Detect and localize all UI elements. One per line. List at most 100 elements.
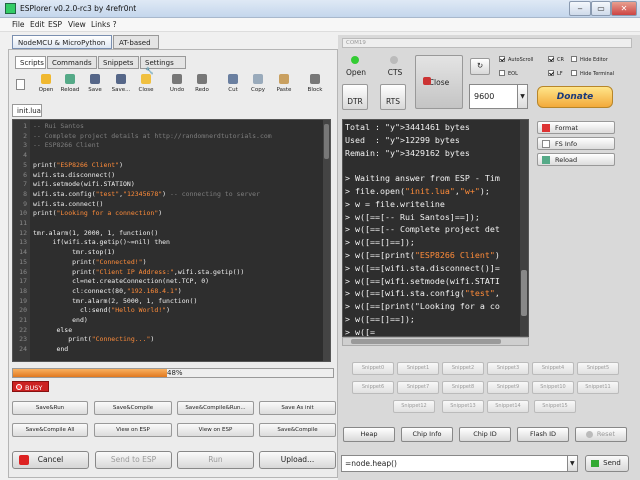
close-window-icon[interactable]: ✕ (611, 1, 637, 16)
hide-editor-checkbox[interactable] (571, 56, 577, 62)
menu-edit[interactable]: Edit (30, 20, 45, 29)
cut-button[interactable]: Cut (221, 74, 245, 96)
terminal-scrollbar[interactable] (520, 120, 528, 336)
tab-snippets[interactable]: Snippets (98, 56, 139, 69)
line-number: 11 (19, 219, 27, 227)
view-on-esp-button[interactable]: View on ESP (94, 423, 172, 437)
terminal-hscroll-thumb[interactable] (351, 339, 501, 344)
save-compile-button-2[interactable]: Save&Compile (259, 423, 336, 437)
dtr-button[interactable]: DTR (342, 84, 368, 110)
hide-terminal-checkbox[interactable] (571, 70, 577, 76)
block-button[interactable]: Block (303, 74, 327, 96)
run-button[interactable]: Run (177, 451, 254, 469)
snippet-button-8[interactable]: Snippet8 (442, 381, 484, 394)
undo-button[interactable]: Undo (165, 74, 189, 96)
terminal-scroll-thumb[interactable] (521, 270, 527, 316)
open-button[interactable]: Open (34, 74, 58, 96)
cancel-button[interactable]: Cancel (12, 451, 89, 469)
terminal-hscrollbar[interactable] (342, 337, 529, 346)
new-file-icon[interactable] (16, 79, 25, 90)
command-input[interactable]: =node.heap() (341, 455, 578, 472)
open-label[interactable]: Open (344, 68, 368, 77)
snippet-button-1[interactable]: Snippet1 (397, 362, 439, 375)
tab-nodemcu[interactable]: NodeMCU & MicroPython (12, 35, 112, 49)
terminal-line: > w([==[]==]); (345, 314, 415, 324)
save-as-button[interactable]: Save... (107, 74, 135, 96)
reset-button[interactable]: Reset (575, 427, 627, 442)
save-compile-button[interactable]: Save&Compile (94, 401, 172, 415)
upload-button[interactable]: Upload... (259, 451, 336, 469)
line-number: 2 (23, 131, 27, 140)
progress-fill (13, 369, 167, 377)
chip-id-button[interactable]: Chip ID (459, 427, 511, 442)
menu-links[interactable]: Links ? (91, 20, 117, 29)
port-select[interactable]: COM19 (342, 38, 632, 48)
menu-esp[interactable]: ESP (48, 20, 62, 29)
reload-fs-button[interactable]: Reload (537, 153, 615, 166)
snippet-button-12[interactable]: Snippet12 (393, 400, 435, 413)
save-button[interactable]: Save (83, 74, 107, 96)
snippet-button-5[interactable]: Snippet5 (577, 362, 619, 375)
refresh-ports-button[interactable]: ↻ (470, 58, 490, 75)
maximize-icon[interactable]: ▭ (591, 1, 611, 16)
editor-scrollbar[interactable] (323, 120, 330, 361)
redo-button[interactable]: Redo (190, 74, 214, 96)
send-button[interactable]: Send (585, 455, 629, 472)
file-tab-init-lua[interactable]: init.lua (12, 104, 42, 117)
autoscroll-checkbox[interactable] (499, 56, 505, 62)
tab-at-based[interactable]: AT-based (113, 35, 159, 49)
baud-dropdown-icon[interactable]: ▼ (517, 84, 528, 109)
fs-info-button[interactable]: FS Info (537, 137, 615, 150)
menu-view[interactable]: View (68, 20, 86, 29)
line-number: 6 (23, 170, 27, 179)
snippet-button-6[interactable]: Snippet6 (352, 381, 394, 394)
snippet-button-7[interactable]: Snippet7 (397, 381, 439, 394)
reload-button[interactable]: Reload (58, 74, 82, 96)
snippet-button-14[interactable]: Snippet14 (487, 400, 529, 413)
snippet-button-3[interactable]: Snippet3 (487, 362, 529, 375)
tab-scripts[interactable]: Scripts (15, 56, 46, 69)
snippet-button-0[interactable]: Snippet0 (352, 362, 394, 375)
snippet-button-4[interactable]: Snippet4 (532, 362, 574, 375)
flash-id-button[interactable]: Flash ID (517, 427, 569, 442)
close-file-label: Close (138, 87, 154, 93)
tab-settings[interactable]: Settings 🔧 (140, 56, 186, 75)
editor-scroll-thumb[interactable] (324, 124, 329, 159)
snippet-button-13[interactable]: Snippet13 (442, 400, 484, 413)
minimize-icon[interactable]: ‒ (569, 1, 591, 16)
chip-info-button[interactable]: Chip Info (401, 427, 453, 442)
lf-checkbox[interactable] (548, 70, 554, 76)
snippet-button-9[interactable]: Snippet9 (487, 381, 529, 394)
heap-button[interactable]: Heap (343, 427, 395, 442)
snippet-button-11[interactable]: Snippet11 (577, 381, 619, 394)
eol-label: EOL (508, 71, 518, 77)
code-editor[interactable]: 1 2 3 4 5 6 7 8 9 10 11 12 13 14 15 16 17 18 19 20 21 22 23 24 … (12, 119, 331, 362)
save-run-button[interactable]: Save&Run (12, 401, 88, 415)
paste-button[interactable]: Paste (272, 74, 296, 96)
copy-icon (253, 74, 263, 84)
terminal-output[interactable]: Total : "y">3441461 bytes Used : "y">1229… (342, 119, 529, 337)
save-compile-run-button[interactable]: Save&Compile&Run... (177, 401, 254, 415)
snippet-button-15[interactable]: Snippet15 (534, 400, 576, 413)
cr-checkbox[interactable] (548, 56, 554, 62)
send-to-esp-button[interactable]: Send to ESP (95, 451, 172, 469)
save-as-init-button[interactable]: Save As init (259, 401, 336, 415)
save-compile-all-button[interactable]: Save&Compile All (12, 423, 88, 437)
menu-file[interactable]: File (12, 20, 25, 29)
send-arrow-icon (591, 460, 599, 467)
snippet-button-10[interactable]: Snippet10 (532, 381, 574, 394)
eol-checkbox[interactable] (499, 70, 505, 76)
view-on-esp-button-2[interactable]: View on ESP (177, 423, 254, 437)
donate-button[interactable]: Donate (537, 86, 613, 108)
close-file-button[interactable]: Close (134, 74, 158, 96)
terminal-line: > w([==[print("Looking for a co (345, 301, 500, 312)
close-port-button[interactable]: Close (415, 55, 463, 109)
rts-button[interactable]: RTS (380, 84, 406, 110)
snippet-button-2[interactable]: Snippet2 (442, 362, 484, 375)
line-number: 12 (19, 228, 27, 237)
copy-button[interactable]: Copy (246, 74, 270, 96)
format-button[interactable]: Format (537, 121, 615, 134)
tab-commands[interactable]: Commands (47, 56, 97, 69)
history-dropdown-icon[interactable]: ▼ (567, 455, 578, 472)
code-line: end (33, 345, 69, 354)
